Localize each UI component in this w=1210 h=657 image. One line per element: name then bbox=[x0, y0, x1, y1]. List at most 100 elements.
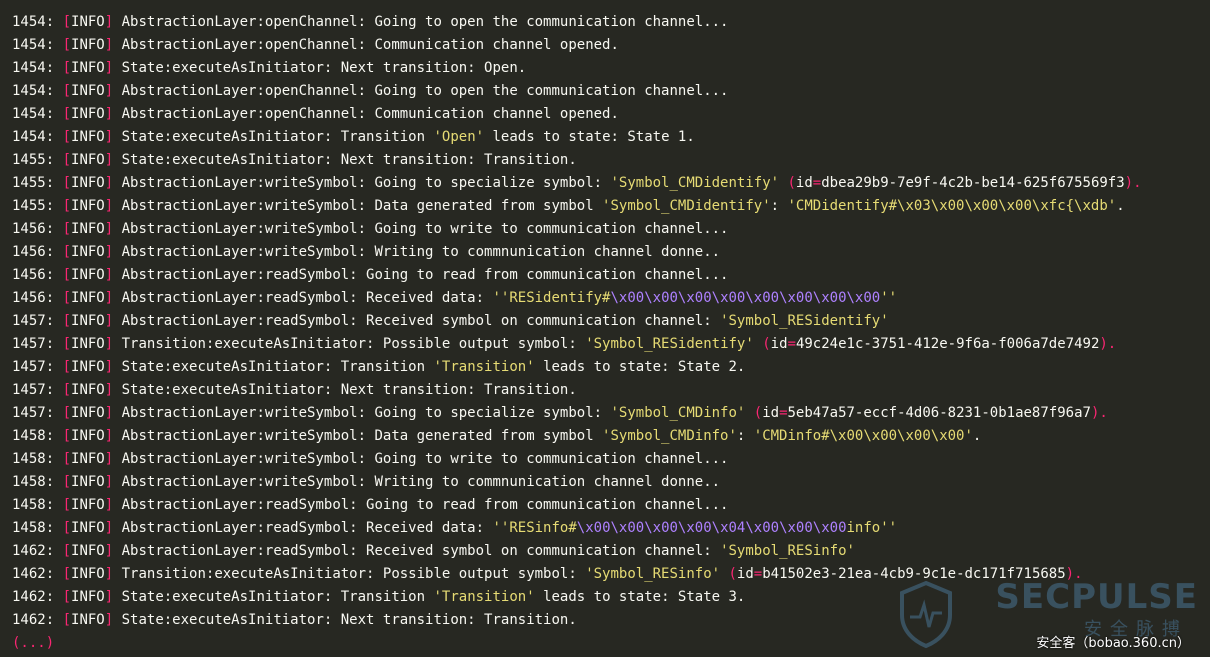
message-text: State:executeAsInitiator: Next transitio… bbox=[121, 152, 577, 168]
log-line: 1457: [INFO] State:executeAsInitiator: N… bbox=[12, 379, 1210, 402]
level-space bbox=[113, 566, 121, 582]
line-separator: : bbox=[45, 221, 63, 237]
message-text: AbstractionLayer:writeSymbol: Going to s… bbox=[121, 175, 611, 191]
log-line: 1458: [INFO] AbstractionLayer:readSymbol… bbox=[12, 494, 1210, 517]
line-number: 1456 bbox=[12, 290, 46, 306]
log-level: INFO bbox=[71, 83, 105, 99]
log-line: 1457: [INFO] Transition:executeAsInitiat… bbox=[12, 333, 1210, 356]
message-text: leads to state: State 3. bbox=[534, 589, 746, 605]
level-space bbox=[113, 428, 121, 444]
level-bracket-close: ] bbox=[104, 428, 114, 444]
level-bracket-close: ] bbox=[104, 543, 114, 559]
punctuation: ). bbox=[1065, 566, 1083, 582]
log-level: INFO bbox=[71, 612, 105, 628]
log-line: 1462: [INFO] State:executeAsInitiator: T… bbox=[12, 586, 1210, 609]
message-text: . bbox=[1116, 198, 1125, 214]
line-separator: : bbox=[45, 382, 63, 398]
level-space bbox=[113, 313, 121, 329]
punctuation: = bbox=[753, 566, 763, 582]
line-separator: : bbox=[45, 451, 63, 467]
level-bracket-close: ] bbox=[104, 474, 114, 490]
log-level: INFO bbox=[71, 336, 105, 352]
level-bracket-open: [ bbox=[62, 359, 72, 375]
escape-sequence: \x00\x00\x00\x00\x00\x00\x00\x00 bbox=[610, 290, 881, 306]
level-bracket-close: ] bbox=[104, 83, 114, 99]
line-separator: : bbox=[45, 267, 63, 283]
level-bracket-open: [ bbox=[62, 543, 72, 559]
level-space bbox=[113, 60, 121, 76]
log-line: 1457: [INFO] AbstractionLayer:writeSymbo… bbox=[12, 402, 1210, 425]
message-text: AbstractionLayer:readSymbol: Received sy… bbox=[121, 543, 721, 559]
level-bracket-close: ] bbox=[104, 221, 114, 237]
line-number: 1457 bbox=[12, 359, 46, 375]
level-bracket-open: [ bbox=[62, 267, 72, 283]
log-level: INFO bbox=[71, 221, 105, 237]
message-text: AbstractionLayer:readSymbol: Received da… bbox=[121, 290, 493, 306]
level-bracket-open: [ bbox=[62, 175, 72, 191]
line-number: 1454 bbox=[12, 129, 46, 145]
line-number: 1458 bbox=[12, 428, 46, 444]
line-number: 1457 bbox=[12, 382, 46, 398]
message-text: Transition:executeAsInitiator: Possible … bbox=[121, 336, 586, 352]
level-space bbox=[113, 520, 121, 536]
level-bracket-close: ] bbox=[104, 359, 114, 375]
line-separator: : bbox=[45, 543, 63, 559]
level-bracket-open: [ bbox=[62, 37, 72, 53]
level-bracket-open: [ bbox=[62, 382, 72, 398]
string-literal: 'Symbol_CMDidentify' bbox=[602, 198, 771, 214]
level-bracket-open: [ bbox=[62, 451, 72, 467]
log-level: INFO bbox=[71, 267, 105, 283]
line-separator: : bbox=[45, 175, 63, 191]
line-number: 1456 bbox=[12, 267, 46, 283]
level-space bbox=[113, 152, 121, 168]
line-number: 1454 bbox=[12, 14, 46, 30]
line-separator: : bbox=[45, 290, 63, 306]
message-text: State:executeAsInitiator: Next transitio… bbox=[121, 60, 527, 76]
string-literal: 'Symbol_CMDidentify' bbox=[610, 175, 780, 191]
level-bracket-close: ] bbox=[104, 405, 114, 421]
punctuation: ). bbox=[1090, 405, 1108, 421]
message-text: . bbox=[972, 428, 982, 444]
level-bracket-close: ] bbox=[104, 382, 114, 398]
line-number: 1458 bbox=[12, 451, 46, 467]
message-text: AbstractionLayer:openChannel: Communicat… bbox=[121, 106, 619, 122]
message-text: AbstractionLayer:writeSymbol: Data gener… bbox=[121, 198, 603, 214]
line-separator: : bbox=[45, 244, 63, 260]
string-literal: 'Symbol_RESidentify' bbox=[720, 313, 889, 329]
log-line: 1454: [INFO] State:executeAsInitiator: N… bbox=[12, 57, 1210, 80]
line-separator: : bbox=[45, 589, 63, 605]
message-text: State:executeAsInitiator: Next transitio… bbox=[121, 612, 577, 628]
message-text: AbstractionLayer:writeSymbol: Going to w… bbox=[121, 451, 729, 467]
punctuation: ( bbox=[779, 175, 796, 191]
message-text: AbstractionLayer:readSymbol: Going to re… bbox=[121, 497, 729, 513]
message-text: AbstractionLayer:writeSymbol: Data gener… bbox=[121, 428, 603, 444]
log-level: INFO bbox=[71, 175, 105, 191]
line-number: 1457 bbox=[12, 313, 46, 329]
string-literal: ''RESinfo# bbox=[492, 520, 577, 536]
log-line: 1456: [INFO] AbstractionLayer:readSymbol… bbox=[12, 287, 1210, 310]
message-text: AbstractionLayer:readSymbol: Received sy… bbox=[121, 313, 721, 329]
log-level: INFO bbox=[71, 428, 105, 444]
log-level: INFO bbox=[71, 14, 105, 30]
level-bracket-close: ] bbox=[104, 336, 114, 352]
message-text: 5eb47a57-eccf-4d06-8231-0b1ae87f96a7 bbox=[787, 405, 1091, 421]
level-bracket-open: [ bbox=[62, 83, 72, 99]
log-level: INFO bbox=[71, 359, 105, 375]
level-bracket-open: [ bbox=[62, 497, 72, 513]
line-separator: : bbox=[45, 497, 63, 513]
log-level: INFO bbox=[71, 543, 105, 559]
string-literal: 'Symbol_RESidentify' bbox=[585, 336, 754, 352]
line-number: 1458 bbox=[12, 474, 46, 490]
line-number: 1462 bbox=[12, 612, 46, 628]
level-bracket-open: [ bbox=[62, 520, 72, 536]
log-level: INFO bbox=[71, 451, 105, 467]
string-literal: ''RESidentify# bbox=[492, 290, 611, 306]
line-separator: : bbox=[45, 37, 63, 53]
level-bracket-open: [ bbox=[62, 152, 72, 168]
log-level: INFO bbox=[71, 129, 105, 145]
string-literal: 'Open' bbox=[433, 129, 485, 145]
log-line: 1462: [INFO] State:executeAsInitiator: N… bbox=[12, 609, 1210, 632]
log-level: INFO bbox=[71, 405, 105, 421]
log-level: INFO bbox=[71, 198, 105, 214]
line-number: 1454 bbox=[12, 60, 46, 76]
